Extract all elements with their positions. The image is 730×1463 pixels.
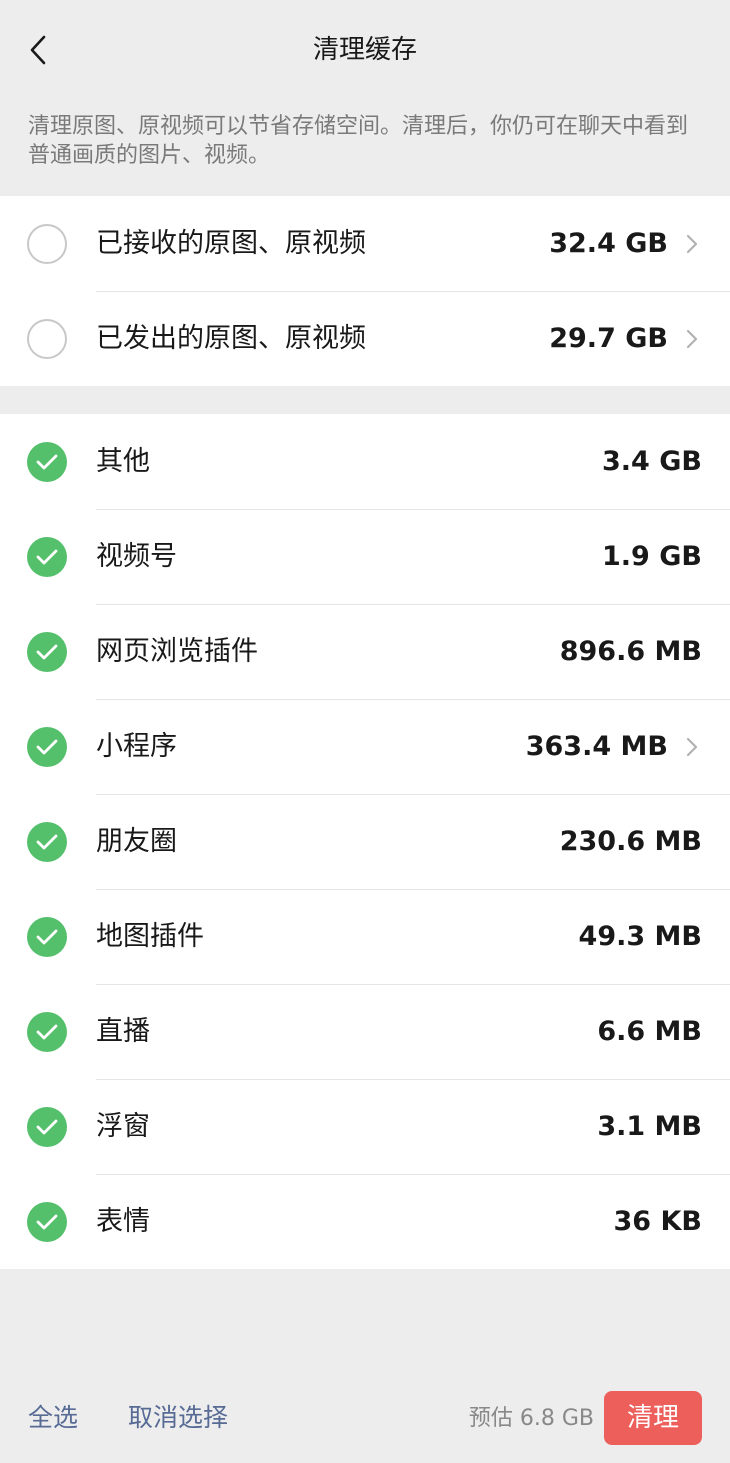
list-item[interactable]: 直播 6.6 MB [0,984,730,1079]
item-label: 表情 [96,1205,150,1237]
row-divider [96,1079,730,1080]
cancel-selection-button[interactable]: 取消选择 [128,1400,228,1436]
list-item[interactable]: 其他 3.4 GB [0,414,730,509]
estimated-size: 预估 6.8 GB [468,1406,594,1431]
cache-cleanup-screen: 清理缓存 清理原图、原视频可以节省存储空间。清理后，你仍可在聊天中看到普通画质的… [0,0,730,1463]
bottom-action-bar: 全选 取消选择 预估 6.8 GB 清理 [0,1380,730,1463]
item-label: 地图插件 [96,920,204,952]
item-size: 363.4 MB [525,730,668,762]
item-label: 网页浏览插件 [96,635,258,667]
row-divider [96,1174,730,1175]
item-label: 直播 [96,1015,150,1047]
item-size: 230.6 MB [559,825,702,857]
list-item[interactable]: 已发出的原图、原视频 29.7 GB [0,291,730,386]
item-size: 3.4 GB [602,445,702,477]
checked-circle-icon[interactable] [27,441,67,482]
checked-circle-icon[interactable] [27,726,67,767]
item-size: 49.3 MB [578,920,702,952]
list-item[interactable]: 地图插件 49.3 MB [0,889,730,984]
cleanup-description: 清理原图、原视频可以节省存储空间。清理后，你仍可在聊天中看到普通画质的图片、视频… [28,114,689,168]
list-item[interactable]: 朋友圈 230.6 MB [0,794,730,889]
media-list: 已接收的原图、原视频 32.4 GB 已发出的原图、原视频 29.7 GB [0,196,730,386]
list-item[interactable]: 小程序 363.4 MB [0,699,730,794]
checked-circle-icon[interactable] [27,1201,67,1242]
row-divider [96,604,730,605]
checkmark-icon [36,1119,58,1134]
list-item[interactable]: 浮窗 3.1 MB [0,1079,730,1174]
checkmark-icon [36,929,58,944]
item-size: 3.1 MB [597,1110,702,1142]
row-divider [96,699,730,700]
unchecked-circle-icon[interactable] [27,318,67,359]
navigation-bar: 清理缓存 [0,0,730,100]
checkmark-icon [36,644,58,659]
row-divider [96,509,730,510]
checkmark-icon [36,1024,58,1039]
item-size: 896.6 MB [559,635,702,667]
row-divider [96,794,730,795]
checked-circle-icon[interactable] [27,1011,67,1052]
list-item[interactable]: 表情 36 KB [0,1174,730,1269]
chevron-right-icon [682,732,702,762]
list-item[interactable]: 视频号 1.9 GB [0,509,730,604]
checked-circle-icon[interactable] [27,1106,67,1147]
checked-circle-icon[interactable] [27,631,67,672]
checkmark-icon [36,834,58,849]
list-item[interactable]: 已接收的原图、原视频 32.4 GB [0,196,730,291]
checked-circle-icon[interactable] [27,536,67,577]
clean-button[interactable]: 清理 [604,1391,702,1445]
checkmark-icon [36,1214,58,1229]
item-label: 小程序 [96,730,177,762]
checkmark-icon [36,549,58,564]
list-item[interactable]: 网页浏览插件 896.6 MB [0,604,730,699]
item-label: 已接收的原图、原视频 [96,227,366,259]
item-label: 朋友圈 [96,825,177,857]
item-size: 36 KB [613,1205,702,1237]
row-divider [96,291,730,292]
item-size: 1.9 GB [602,540,702,572]
checkmark-icon [36,739,58,754]
checkmark-icon [36,454,58,469]
item-label: 视频号 [96,540,177,572]
item-size: 6.6 MB [597,1015,702,1047]
row-divider [96,984,730,985]
select-all-button[interactable]: 全选 [28,1400,78,1436]
chevron-right-icon [682,229,702,259]
page-title: 清理缓存 [312,35,417,65]
item-size: 32.4 GB [549,227,668,259]
item-label: 其他 [96,445,150,477]
unchecked-circle-icon[interactable] [27,223,67,264]
row-divider [96,889,730,890]
cache-list: 其他 3.4 GB 视频号 1.9 GB 网页浏览插件 896.6 MB 小程序 363.4 … [0,414,730,1269]
item-label: 已发出的原图、原视频 [96,322,366,354]
item-label: 浮窗 [96,1110,150,1142]
chevron-right-icon [682,324,702,354]
checked-circle-icon[interactable] [27,916,67,957]
item-size: 29.7 GB [549,322,668,354]
checked-circle-icon[interactable] [27,821,67,862]
